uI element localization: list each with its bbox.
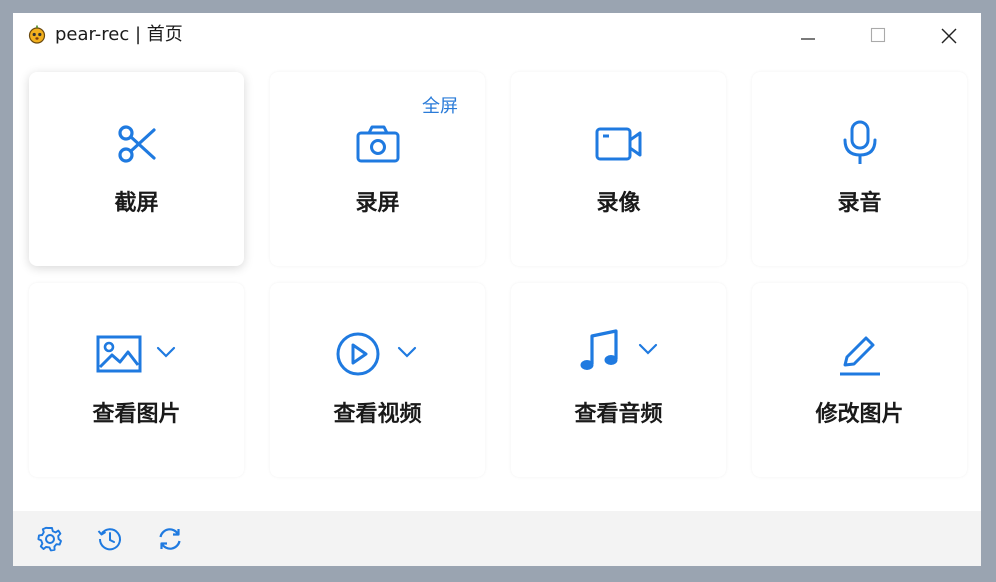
- close-icon: [941, 28, 957, 44]
- close-button[interactable]: [925, 19, 971, 51]
- minimize-icon: [801, 38, 815, 40]
- tile-label: 录屏: [355, 191, 400, 216]
- tile-label: 查看图片: [92, 402, 181, 427]
- tile-view-audio[interactable]: 查看音频: [511, 283, 726, 477]
- tile-label: 录音: [837, 191, 882, 216]
- settings-icon[interactable]: [37, 526, 63, 552]
- image-icon: [96, 335, 142, 373]
- tile-label: 修改图片: [815, 402, 904, 427]
- refresh-icon[interactable]: [157, 526, 183, 552]
- tile-view-videos[interactable]: 查看视频: [270, 283, 485, 477]
- tile-audio-record[interactable]: 录音: [752, 72, 967, 266]
- tile-view-images[interactable]: 查看图片: [29, 283, 244, 477]
- tile-label: 截屏: [114, 191, 159, 216]
- chevron-down-icon[interactable]: [638, 342, 658, 356]
- title-bar: pear-rec | 首页: [13, 13, 981, 57]
- maximize-button[interactable]: [855, 19, 901, 51]
- scissors-icon: [118, 125, 156, 163]
- play-circle-icon: [336, 332, 380, 376]
- video-camera-icon: [595, 127, 642, 161]
- chevron-down-icon[interactable]: [397, 345, 417, 359]
- tile-screenshot[interactable]: 截屏: [29, 72, 244, 266]
- history-icon[interactable]: [97, 526, 123, 552]
- pear-app-icon: [27, 24, 47, 44]
- camera-icon: [356, 125, 400, 163]
- tile-edit-image[interactable]: 修改图片: [752, 283, 967, 477]
- minimize-button[interactable]: [785, 19, 831, 51]
- window-title: pear-rec | 首页: [55, 24, 183, 45]
- chevron-down-icon[interactable]: [156, 345, 176, 359]
- tile-label: 查看视频: [333, 402, 422, 427]
- maximize-icon: [870, 27, 886, 43]
- tile-video-record[interactable]: 录像: [511, 72, 726, 266]
- fullscreen-link[interactable]: 全屏: [422, 92, 458, 118]
- microphone-icon: [843, 120, 877, 164]
- tile-screen-record[interactable]: 全屏 录屏: [270, 72, 485, 266]
- pencil-icon: [840, 336, 880, 376]
- app-window: pear-rec | 首页 截屏 全屏 录屏 录像 录音 查看图片 查看视频 查…: [13, 13, 981, 566]
- music-note-icon: [580, 329, 618, 370]
- tile-label: 录像: [596, 191, 641, 216]
- bottom-toolbar: [13, 511, 981, 566]
- tile-label: 查看音频: [574, 402, 663, 427]
